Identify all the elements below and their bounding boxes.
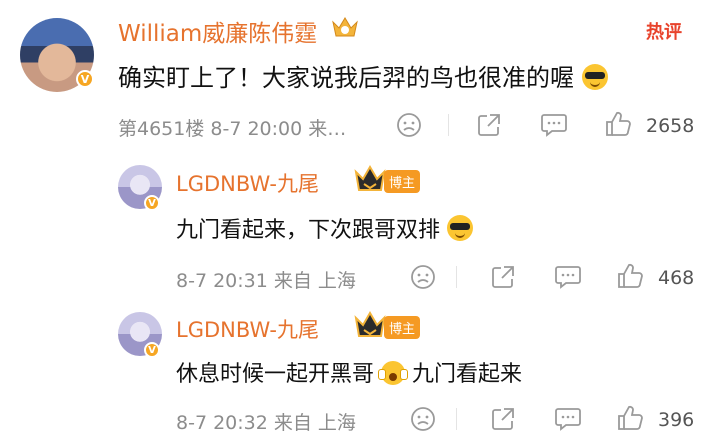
comment-icon[interactable] bbox=[540, 112, 568, 138]
hot-comment-label: 热评 bbox=[646, 22, 682, 43]
dislike-icon[interactable] bbox=[410, 264, 436, 290]
share-icon[interactable] bbox=[476, 112, 502, 138]
divider bbox=[448, 114, 449, 136]
comment-text-content: 确实盯上了！大家说我后羿的鸟也很准的喔 bbox=[118, 64, 574, 92]
verified-badge: V bbox=[144, 195, 160, 211]
comment-icon[interactable] bbox=[554, 264, 582, 290]
like-icon[interactable] bbox=[616, 262, 644, 290]
dislike-icon[interactable] bbox=[410, 406, 436, 432]
dislike-icon[interactable] bbox=[396, 112, 422, 138]
divider bbox=[456, 408, 457, 430]
comment-icon[interactable] bbox=[554, 406, 582, 432]
crown-icon bbox=[354, 164, 386, 194]
shocked-face-emoji-icon bbox=[378, 361, 409, 385]
reply-username[interactable]: LGDNBW-九尾 bbox=[176, 314, 319, 344]
cool-face-emoji-icon bbox=[581, 64, 608, 90]
reply-text-after: 九门看起来 bbox=[412, 362, 523, 387]
verified-badge: V bbox=[76, 70, 94, 88]
reply-meta: 8-7 20:32 来自 上海 bbox=[176, 412, 356, 434]
reply-text-content: 九门看起来，下次跟哥双排 bbox=[176, 218, 441, 243]
reply-text: 休息时候一起开黑哥 九门看起来 bbox=[176, 356, 522, 388]
host-badge: 博主 bbox=[384, 170, 421, 193]
reply-text: 九门看起来，下次跟哥双排 bbox=[176, 212, 474, 244]
reply-username[interactable]: LGDNBW-九尾 bbox=[176, 168, 319, 198]
like-count: 2658 bbox=[646, 115, 695, 137]
like-count: 468 bbox=[658, 267, 695, 289]
commenter-username[interactable]: William威廉陈伟霆 bbox=[118, 14, 317, 48]
cool-face-emoji-icon bbox=[447, 215, 474, 241]
like-count: 396 bbox=[658, 409, 695, 431]
like-icon[interactable] bbox=[616, 404, 644, 432]
reply-text-before: 休息时候一起开黑哥 bbox=[176, 362, 375, 387]
comment-text: 确实盯上了！大家说我后羿的鸟也很准的喔 bbox=[118, 58, 608, 93]
share-icon[interactable] bbox=[490, 406, 516, 432]
comment-meta: 第4651楼 8-7 20:00 来… bbox=[118, 118, 347, 140]
host-badge: 博主 bbox=[384, 316, 421, 339]
divider bbox=[456, 266, 457, 288]
verified-badge: V bbox=[144, 342, 160, 358]
reply-meta: 8-7 20:31 来自 上海 bbox=[176, 270, 356, 292]
like-icon[interactable] bbox=[604, 110, 632, 138]
share-icon[interactable] bbox=[490, 264, 516, 290]
member-badge-icon bbox=[330, 14, 360, 42]
crown-icon bbox=[354, 310, 386, 340]
